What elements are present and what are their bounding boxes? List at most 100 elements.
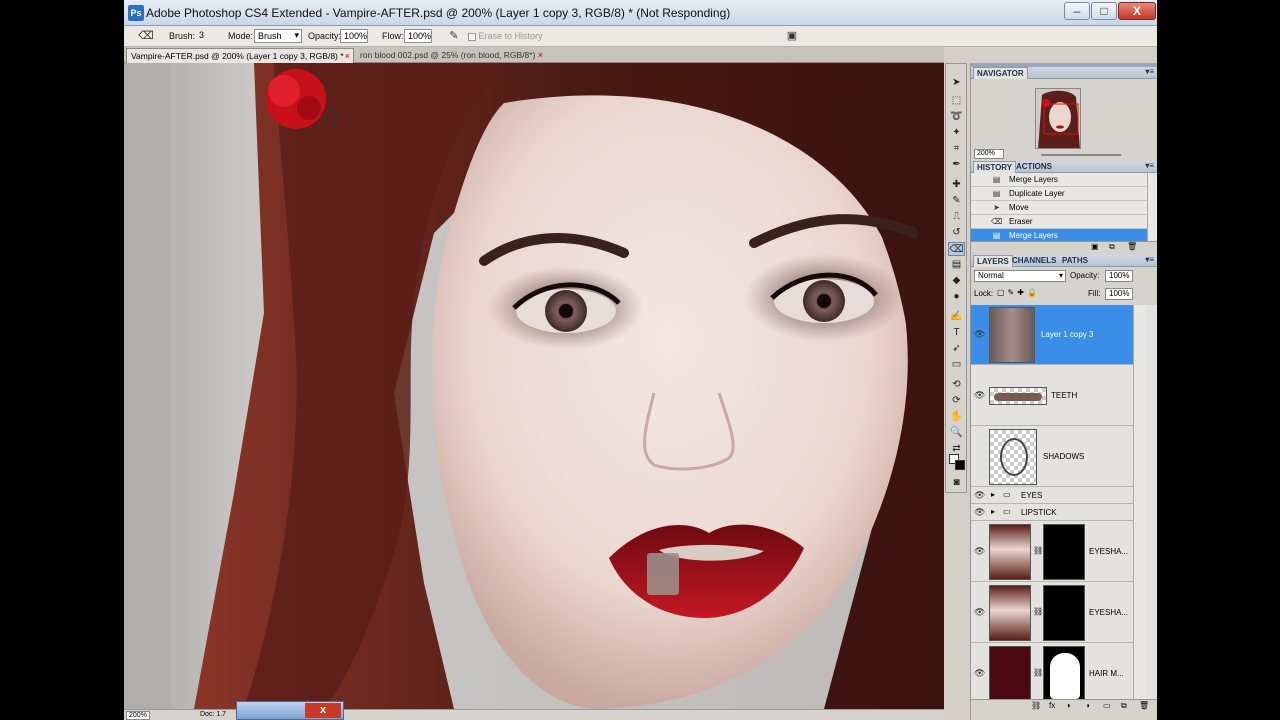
expand-arrow-icon[interactable]: ▸ — [991, 490, 995, 499]
layer-thumbnail — [989, 646, 1031, 699]
eye-icon[interactable]: 👁 — [974, 490, 985, 501]
toolbox: ➤ ⬚ ➰ ✦ ⌗ ✒ ✚ ✎ ⎍ ↺ ⌫ ▤ ◆ ● ✍ T ➶ ▭ ⟲ ⟳ … — [945, 63, 967, 493]
tab-paths[interactable]: PATHS — [1059, 255, 1091, 267]
fx-icon[interactable]: fx — [1049, 701, 1055, 710]
shape-tool-icon[interactable]: ▭ — [948, 358, 965, 372]
layers-scrollbar[interactable] — [1133, 305, 1145, 699]
eye-icon[interactable]: 👁 — [974, 607, 985, 618]
new-document-icon[interactable]: ⧉ — [1109, 242, 1115, 252]
layer-item[interactable]: SHADOWS — [971, 427, 1133, 487]
layer-item[interactable]: 👁 ⛓ EYESHA... — [971, 522, 1133, 582]
history-item-duplicate-layer[interactable]: ▤ Duplicate Layer — [971, 187, 1147, 201]
delete-icon[interactable]: 🗑 — [1127, 242, 1137, 251]
layer-item[interactable]: 👁 ⛓ EYESHA... — [971, 583, 1133, 643]
close-icon[interactable]: × — [538, 48, 543, 62]
blur-tool-icon[interactable]: ◆ — [948, 274, 965, 288]
gradient-tool-icon[interactable]: ▤ — [948, 258, 965, 272]
tab-vampire-after[interactable]: Vampire-AFTER.psd @ 200% (Layer 1 copy 3… — [126, 48, 354, 63]
history-scrollbar[interactable] — [1147, 173, 1157, 241]
new-snapshot-icon[interactable]: ▣ — [1091, 242, 1099, 251]
tab-navigator[interactable]: NAVIGATOR — [973, 67, 1028, 79]
navigator-zoom-slider[interactable] — [1041, 154, 1121, 156]
layer-thumbnail — [989, 429, 1037, 485]
layer-group[interactable]: 👁 ▸ ▭ LIPSTICK — [971, 505, 1133, 521]
layer-group[interactable]: 👁 ▸ ▭ EYES — [971, 488, 1133, 504]
close-button[interactable]: X — [1118, 2, 1156, 20]
quick-select-tool-icon[interactable]: ✦ — [948, 126, 965, 140]
document-canvas[interactable] — [124, 63, 944, 709]
healing-brush-tool-icon[interactable]: ✚ — [948, 178, 965, 192]
layer-icon: ▤ — [992, 189, 1001, 198]
new-group-icon[interactable]: ▭ — [1103, 701, 1111, 710]
lock-icons[interactable]: ▢✎✚🔒 — [997, 288, 1040, 297]
history-brush-tool-icon[interactable]: ↺ — [948, 226, 965, 240]
brush-tool-icon[interactable]: ✎ — [948, 194, 965, 208]
opacity-input[interactable]: 100% — [340, 29, 368, 43]
link-layers-icon[interactable]: ⛓ — [1031, 701, 1041, 710]
navigator-thumbnail[interactable] — [1035, 88, 1081, 149]
navigator-zoom-input[interactable]: 200% — [974, 149, 1004, 159]
flow-input[interactable]: 100% — [404, 29, 432, 43]
minimize-button[interactable]: – — [1064, 2, 1090, 20]
zoom-field[interactable]: 200% — [126, 711, 150, 720]
eraser-tool-preset-icon[interactable]: ⌫ — [138, 29, 154, 43]
taskbar-close-icon[interactable]: x — [305, 703, 341, 718]
3d-rotate-tool-icon[interactable]: ⟲ — [948, 378, 965, 392]
delete-layer-icon[interactable]: 🗑 — [1139, 701, 1149, 710]
eraser-tool-icon[interactable]: ⌫ — [948, 242, 965, 256]
maximize-button[interactable]: □ — [1091, 2, 1117, 20]
quick-mask-icon[interactable]: ◙ — [948, 476, 965, 490]
history-item-merge-layers[interactable]: ▤ Merge Layers — [971, 173, 1147, 187]
eye-icon[interactable]: 👁 — [974, 507, 985, 518]
tab-channels[interactable]: CHANNELS — [1009, 255, 1059, 267]
move-tool-icon[interactable]: ➤ — [948, 76, 965, 90]
layer-item[interactable]: 👁 TEETH — [971, 366, 1133, 426]
tab-history[interactable]: HISTORY — [973, 161, 1017, 173]
layer-thumbnail — [989, 524, 1031, 580]
hand-tool-icon[interactable]: ✋ — [948, 410, 965, 424]
airbrush-icon[interactable]: ✎ — [446, 29, 462, 43]
erase-to-history-checkbox[interactable]: Erase to History — [468, 31, 543, 41]
expand-arrow-icon[interactable]: ▸ — [991, 507, 995, 516]
layer-item[interactable]: 👁 ⛓ HAIR M... — [971, 644, 1133, 699]
eye-icon[interactable]: 👁 — [974, 390, 985, 401]
new-layer-icon[interactable]: ⧉ — [1121, 701, 1127, 711]
eye-icon[interactable]: 👁 — [974, 329, 985, 340]
history-item-eraser[interactable]: ⌫ Eraser — [971, 215, 1147, 229]
background-color-swatch[interactable] — [955, 460, 965, 470]
eye-icon[interactable]: 👁 — [974, 668, 985, 679]
tab-actions[interactable]: ACTIONS — [1013, 161, 1055, 173]
clone-stamp-tool-icon[interactable]: ⎍ — [948, 210, 965, 224]
eye-icon[interactable]: 👁 — [974, 546, 985, 557]
layer-mask-thumbnail — [1043, 585, 1085, 641]
pen-tool-icon[interactable]: ✍ — [948, 310, 965, 324]
panel-menu-icon[interactable]: ▾≡ — [1145, 67, 1154, 76]
zoom-tool-icon[interactable]: 🔍 — [948, 426, 965, 440]
taskbar-preview[interactable]: x — [236, 701, 344, 720]
history-item-move[interactable]: ➤ Move — [971, 201, 1147, 215]
brush-picker[interactable]: 3 — [196, 29, 218, 43]
blend-mode-select[interactable]: Normal ▾ — [974, 270, 1066, 282]
type-tool-icon[interactable]: T — [948, 326, 965, 340]
layer-opacity-input[interactable]: 100% — [1105, 270, 1133, 282]
dodge-tool-icon[interactable]: ● — [948, 290, 965, 304]
close-icon[interactable]: × — [345, 49, 350, 63]
panel-menu-icon[interactable]: ▾≡ — [1145, 161, 1154, 170]
tablet-pressure-icon[interactable]: ▣ — [784, 29, 800, 43]
marquee-tool-icon[interactable]: ⬚ — [948, 94, 965, 108]
3d-orbit-tool-icon[interactable]: ⟳ — [948, 394, 965, 408]
crop-tool-icon[interactable]: ⌗ — [948, 142, 965, 156]
lasso-tool-icon[interactable]: ➰ — [948, 110, 965, 124]
tab-ron-blood[interactable]: ron blood 002.psd @ 25% (ron blood, RGB/… — [356, 48, 546, 63]
merge-icon: ▤ — [992, 175, 1001, 184]
panel-menu-icon[interactable]: ▾≡ — [1145, 255, 1154, 264]
mode-select[interactable]: Brush ▾ — [254, 29, 302, 43]
eyedropper-tool-icon[interactable]: ✒ — [948, 158, 965, 172]
tab-layers[interactable]: LAYERS — [973, 255, 1013, 267]
chevron-down-icon: ▾ — [294, 30, 299, 40]
layer-fill-input[interactable]: 100% — [1105, 288, 1133, 300]
mask-icon[interactable]: ◐ — [1067, 701, 1072, 710]
adjustment-icon[interactable]: ◑ — [1085, 701, 1090, 710]
path-select-tool-icon[interactable]: ➶ — [948, 342, 965, 356]
layer-item[interactable]: 👁 Layer 1 copy 3 — [971, 305, 1133, 365]
